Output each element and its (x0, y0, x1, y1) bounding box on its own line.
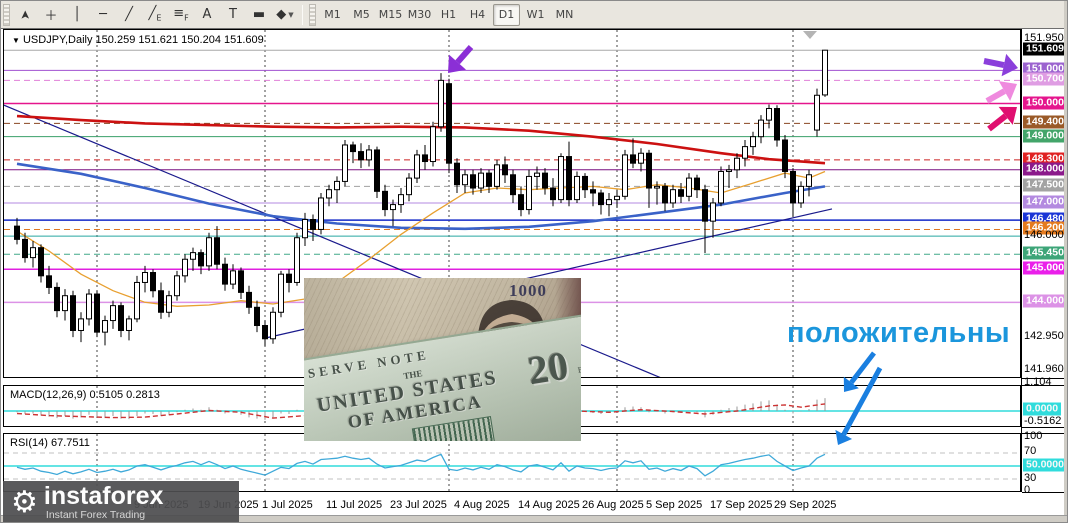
date-label: 1 Jul 2025 (262, 499, 313, 511)
arrows-tool[interactable]: ◆ ▼ (273, 3, 297, 26)
rsi-label: RSI(14) 67.7511 (10, 437, 90, 449)
photo-shade (304, 278, 581, 441)
mt-terminal-window: ➤ ＋ │ ─ ╱ ╱E ≡F A T ▬ ◆ ▼ M1 M5 M15 M30 H1 H4 D1 W1 MN ▼ US… (0, 0, 1068, 523)
timeframe-m1[interactable]: M1 (319, 3, 346, 26)
date-label: 29 Sep 2025 (774, 499, 837, 511)
text-tool[interactable]: A (195, 3, 219, 26)
scale-label-0.0000: 0.0000 (1023, 402, 1062, 416)
timeframe-h1[interactable]: H1 (435, 3, 462, 26)
scale-label-151.609: 151.609 (1023, 42, 1067, 56)
date-label: 26 Aug 2025 (582, 499, 644, 511)
toolbar-grip2[interactable] (309, 3, 316, 26)
toolbar-grip[interactable] (3, 3, 10, 26)
scale-label-150.000: 150.000 (1023, 96, 1067, 110)
cursor-tool[interactable]: ➤ (13, 3, 37, 26)
rectangle-tool[interactable]: ▬ (247, 3, 271, 26)
drawing-tools-group: ➤ ＋ │ ─ ╱ ╱E ≡F A T ▬ ◆ ▼ (12, 3, 298, 27)
date-label: 4 Aug 2025 (454, 499, 510, 511)
instaforex-tagline: Instant Forex Trading (45, 508, 146, 521)
chart-ohlc-values: 150.259 151.621 150.204 151.609 (95, 34, 264, 46)
instaforex-gear-icon: ⚙ (11, 484, 38, 520)
window-right-edge (1064, 1, 1067, 522)
scale-label-100: 100 (1024, 430, 1043, 442)
scale-label-144.000: 144.000 (1023, 294, 1067, 308)
chart-symbol: USDJPY,Daily (22, 34, 93, 46)
timeframe-m30[interactable]: M30 (406, 3, 433, 26)
fibonacci-tool[interactable]: ≡F (169, 3, 193, 26)
date-label: 17 Sep 2025 (710, 499, 773, 511)
macd-label: MACD(12,26,9) 0.5105 0.2813 (10, 389, 160, 401)
timeframe-d1[interactable]: D1 (493, 3, 520, 26)
scale-label-149.400: 149.400 (1023, 115, 1067, 129)
banknotes-photo: 1000 SERVE NOTE THE UNITED STATES OF AME… (304, 278, 581, 441)
scale-label-145.000: 145.000 (1023, 261, 1067, 275)
timeframe-h4[interactable]: H4 (464, 3, 491, 26)
instaforex-watermark: ⚙ instaforex Instant Forex Trading (3, 481, 239, 522)
scale-label-1.104: 1.104 (1024, 376, 1052, 388)
toolbar: ➤ ＋ │ ─ ╱ ╱E ≡F A T ▬ ◆ ▼ M1 M5 M15 M30 H1 H4 D1 W1 MN (1, 1, 1067, 29)
scale-label-0: 0 (1024, 484, 1031, 496)
scale-label-147.500: 147.500 (1023, 178, 1067, 192)
russian-annotation-text: положительны (787, 317, 1011, 349)
timeframe-mn[interactable]: MN (551, 3, 578, 26)
scale-label-148.000: 148.000 (1023, 162, 1067, 176)
price-scale[interactable]: 151.950 142.950 141.960 151.609 151.000 150.7… (1021, 29, 1067, 496)
crosshair-tool[interactable]: ＋ (39, 3, 63, 26)
instaforex-brand: instaforex (43, 481, 164, 510)
toolbar-separator (302, 4, 303, 25)
scale-label-147.000: 147.000 (1023, 195, 1067, 209)
scale-label-149.000: 149.000 (1023, 129, 1067, 143)
timeframe-group: M1 M5 M15 M30 H1 H4 D1 W1 MN (318, 3, 579, 27)
timeframe-m15[interactable]: M15 (377, 3, 404, 26)
date-label: 5 Sep 2025 (646, 499, 703, 511)
date-label: 23 Jul 2025 (390, 499, 447, 511)
scale-label-145.450: 145.450 (1023, 246, 1067, 260)
trendline-tool[interactable]: ╱ (117, 3, 141, 26)
scale-label-142.950: 142.950 (1024, 330, 1064, 343)
scale-label-141.960: 141.960 (1024, 362, 1064, 375)
timeframe-w1[interactable]: W1 (522, 3, 549, 26)
scale-label-30: 30 (1024, 472, 1037, 484)
chart-expand-icon[interactable]: ▼ (12, 36, 20, 45)
timeframe-m5[interactable]: M5 (348, 3, 375, 26)
scale-label-70: 70 (1024, 445, 1037, 457)
chart-shift-marker-icon[interactable] (803, 31, 817, 39)
scale-label-150.700: 150.700 (1023, 72, 1067, 86)
horizontal-line-tool[interactable]: ─ (91, 3, 115, 26)
date-label: 11 Jul 2025 (326, 499, 383, 511)
equidistant-channel-tool[interactable]: ╱E (143, 3, 167, 26)
date-label: 14 Aug 2025 (518, 499, 580, 511)
text-label-tool[interactable]: T (221, 3, 245, 26)
vertical-line-tool[interactable]: │ (65, 3, 89, 26)
scale-label-50.0000: 50.0000 (1023, 458, 1067, 472)
scale-label-146.000: 146.000 (1024, 229, 1064, 242)
scale-label--0.5162: -0.5162 (1024, 415, 1062, 427)
scale-divider (1022, 427, 1065, 428)
chart-title: ▼ USDJPY,Daily 150.259 151.621 150.204 1… (12, 34, 264, 46)
